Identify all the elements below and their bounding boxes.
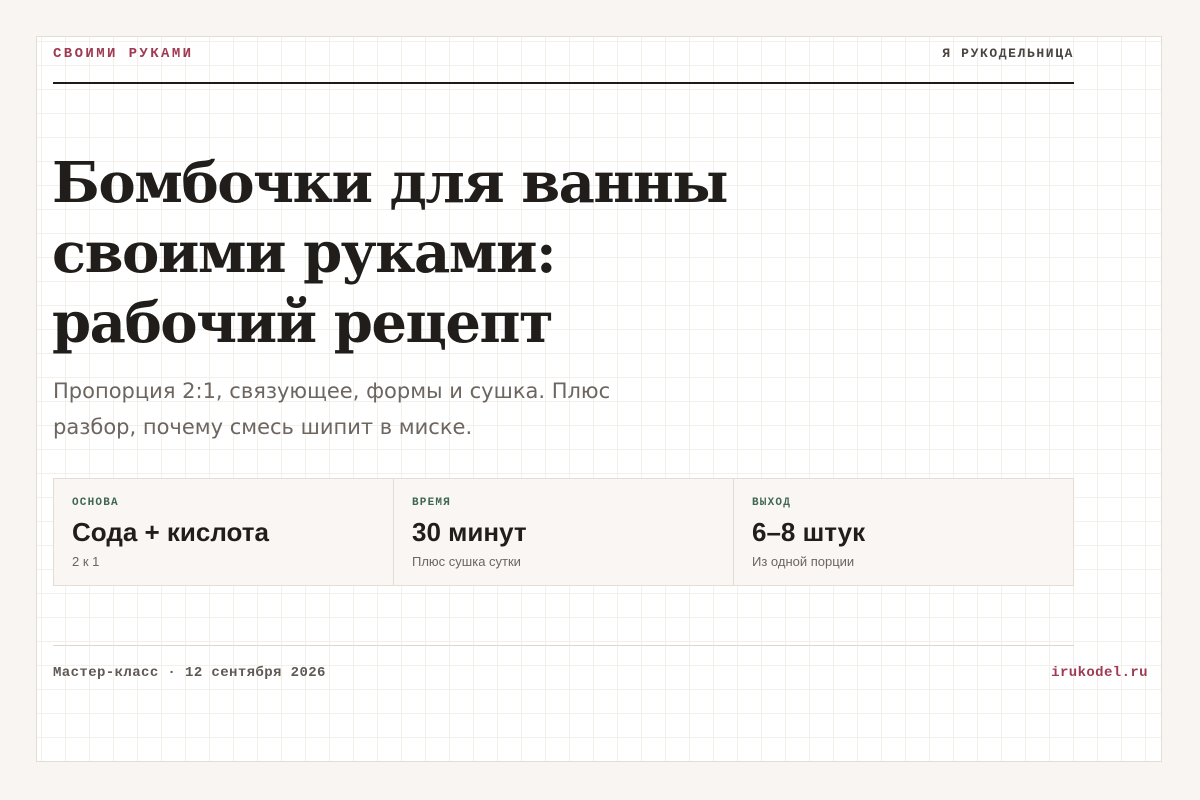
- brand-name: Я РУКОДЕЛЬНИЦА: [942, 46, 1074, 61]
- subtitle-line: Пропорция 2:1, связующее, формы и сушка.…: [53, 379, 611, 403]
- fact-label: ОСНОВА: [72, 497, 119, 509]
- article-title: Бомбочки для ванны своими руками: рабочи…: [52, 148, 812, 358]
- facts-panel: ОСНОВА Сода + кислота 2 к 1 ВРЕМЯ 30 мин…: [53, 478, 1074, 586]
- footer-meta: Мастер-класс · 12 сентября 2026: [53, 665, 326, 681]
- fact-label: ВРЕМЯ: [412, 497, 452, 509]
- fact-base: ОСНОВА Сода + кислота 2 к 1: [54, 479, 393, 585]
- site-link[interactable]: irukodel.ru: [1051, 665, 1148, 681]
- fact-value: Сода + кислота: [72, 517, 269, 547]
- title-line: рабочий рецепт: [52, 290, 554, 356]
- title-line: своими руками:: [52, 220, 557, 286]
- article-subtitle: Пропорция 2:1, связующее, формы и сушка.…: [53, 373, 653, 445]
- fact-time: ВРЕМЯ 30 минут Плюс сушка сутки: [393, 479, 733, 585]
- fact-value: 6–8 штук: [752, 517, 866, 547]
- fact-note: Плюс сушка сутки: [412, 554, 521, 569]
- fact-label: ВЫХОД: [752, 497, 792, 509]
- section-kicker: СВОИМИ РУКАМИ: [53, 46, 194, 62]
- fact-value: 30 минут: [412, 517, 527, 547]
- footer-divider: [53, 645, 1074, 646]
- fact-note: Из одной порции: [752, 554, 855, 569]
- title-line: Бомбочки для ванны: [52, 150, 729, 216]
- fact-yield: ВЫХОД 6–8 штук Из одной порции: [733, 479, 1073, 585]
- top-bar: СВОИМИ РУКАМИ Я РУКОДЕЛЬНИЦА: [53, 46, 1074, 84]
- subtitle-line: разбор, почему смесь шипит в миске.: [53, 415, 473, 439]
- fact-note: 2 к 1: [72, 554, 100, 569]
